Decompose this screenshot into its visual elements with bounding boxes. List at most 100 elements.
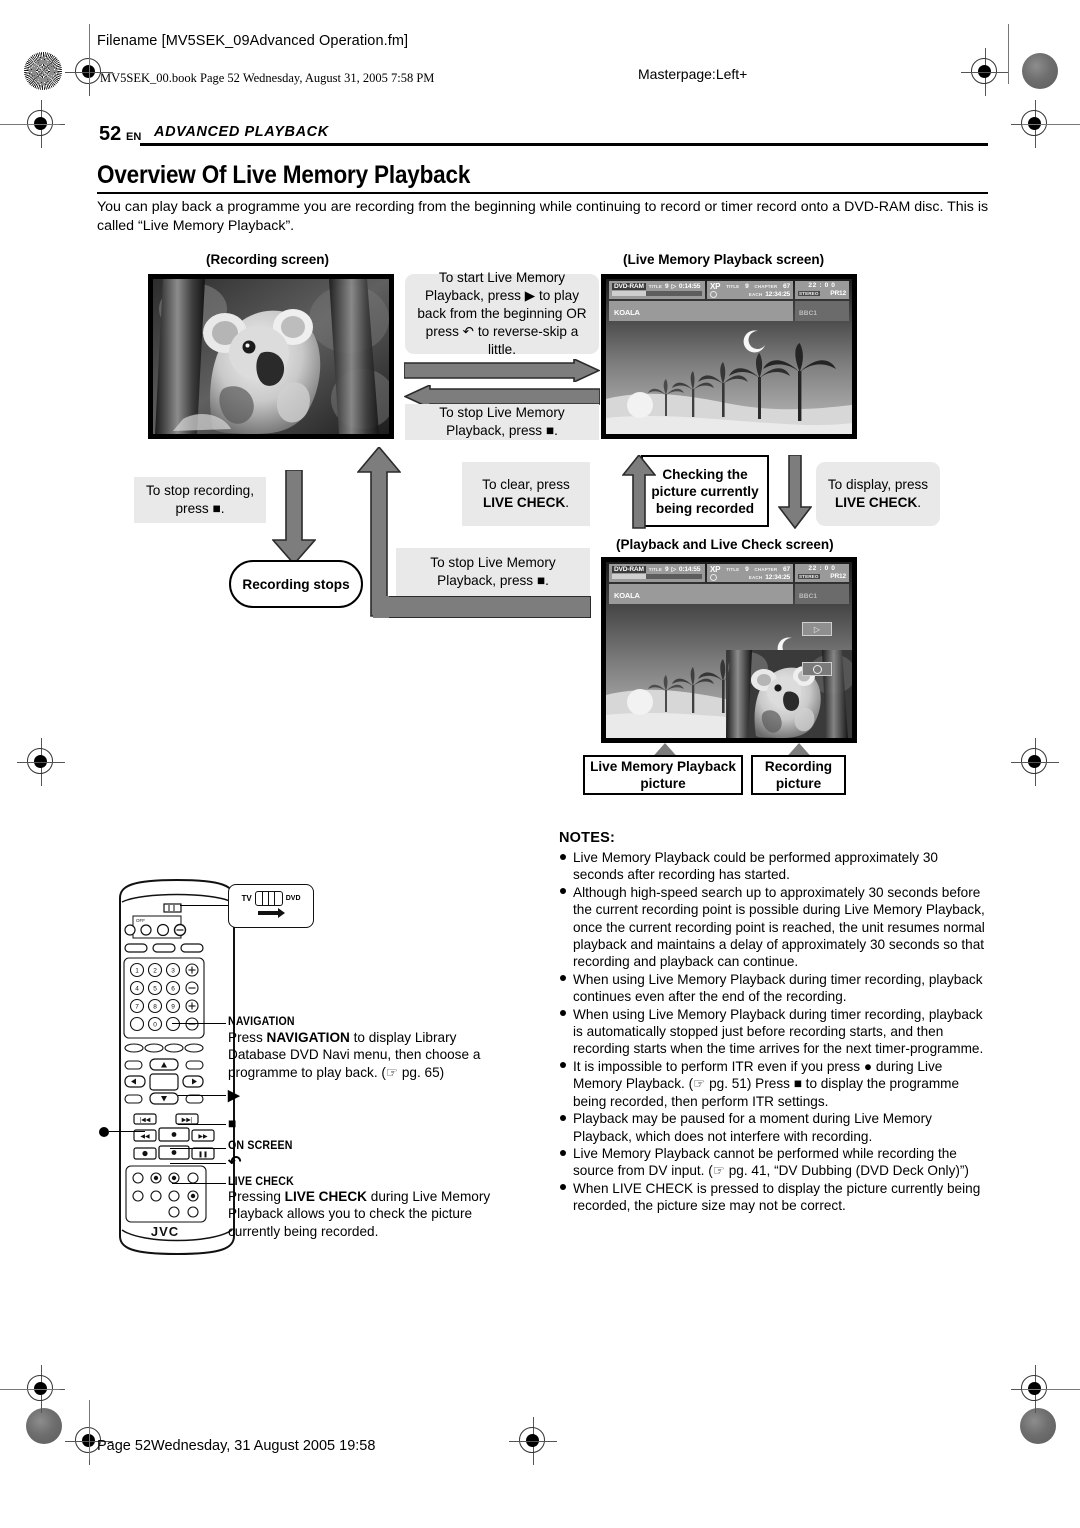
pip-recording-picture [726, 650, 852, 738]
arrow-down-to-recording-stops [272, 470, 316, 565]
section-running-head: ADVANCED PLAYBACK [154, 124, 329, 140]
crop-line-top-right-vertical [1008, 24, 1009, 84]
playback-and-live-check-screen: ▷ DVD-RAM TITLE 9 ▷ 0:14:55 XP TITLE 9 C… [601, 557, 857, 743]
svg-text:6: 6 [171, 986, 175, 993]
osd-channel: BBC1 [799, 309, 818, 317]
remote-control-illustration: OFF 1 2 3 4 5 6 7 8 9 0 |◀◀ ▶▶| ◀◀ ▶▶ ❚❚… [112, 878, 242, 1258]
recording-screen-image [148, 274, 394, 439]
record-circle-icon-2 [710, 574, 717, 581]
masterpage-label: Masterpage:Left+ [638, 66, 748, 82]
note-text: When using Live Memory Playback during t… [573, 1006, 984, 1057]
osd2-programme: PR12 [830, 573, 846, 580]
note-text: Playback may be paused for a moment duri… [573, 1111, 932, 1144]
printer-density-dot-bottomleft [26, 1408, 62, 1444]
crop-line-top-left-vertical [89, 24, 90, 84]
svg-text:JVC: JVC [151, 1224, 179, 1239]
arrow-down-from-checking [778, 455, 812, 529]
label-recording-picture: Recording picture [751, 755, 846, 795]
osd2-title-label: TITLE [648, 566, 662, 572]
osd2-channel: BBC1 [799, 592, 818, 600]
registration-mark-mid-left [17, 738, 65, 786]
osd2-clock: 22 : 0 0 [808, 565, 836, 572]
notes-list: Live Memory Playback could be performed … [559, 849, 991, 1215]
box-clear-live-check: To clear, press LIVE CHECK. [462, 462, 590, 526]
bullet-icon [560, 1062, 566, 1069]
crop-line-bottom-left-vertical [89, 1400, 90, 1460]
svg-text:1: 1 [135, 968, 139, 975]
svg-text:❚❚: ❚❚ [198, 1151, 208, 1158]
box-stop-lmp-top-text: To stop Live Memory Playback, press ■. [439, 405, 565, 438]
lead-line-record [109, 1131, 145, 1133]
live-memory-screen-caption: (Live Memory Playback screen) [623, 252, 825, 267]
crop-line-lower-left-horizontal [0, 1389, 60, 1390]
navigation-callout-text: Press NAVIGATION to display Library Data… [228, 1029, 518, 1081]
osd2-each-value: 12:34:25 [765, 574, 790, 581]
box-display-text: To display, press [827, 477, 929, 492]
reverse-skip-callout-label: ↶ [228, 1154, 242, 1171]
svg-text:2: 2 [153, 968, 157, 975]
slider-switch-icon [254, 891, 283, 906]
osd2-chapter-value: 67 [783, 566, 790, 573]
box-display-live-check: To display, press LIVE CHECK. [816, 462, 940, 526]
box-stop-recording-text: To stop recording, press ■. [145, 483, 255, 516]
label-live-memory-playback-picture: Live Memory Playback picture [583, 755, 743, 795]
box-stop-live-memory-playback-top: To stop Live Memory Playback, press ■. [405, 404, 599, 440]
lead-line-tv-dvd [180, 905, 228, 907]
on-screen-callout-title: ON SCREEN [228, 1140, 293, 1152]
osd2-rec-mode: XP [710, 565, 721, 574]
note-item: Live Memory Playback could be performed … [559, 849, 991, 884]
crop-line-lower-right-horizontal [1022, 1389, 1080, 1390]
note-item: Although high-speed search up to approxi… [559, 884, 991, 971]
svg-text:OFF: OFF [136, 918, 145, 923]
recording-screen-caption: (Recording screen) [206, 252, 330, 267]
page-title: Overview Of Live Memory Playback [97, 161, 471, 189]
printer-starburst-mark [24, 52, 62, 90]
note-text: When using Live Memory Playback during t… [573, 971, 983, 1005]
svg-text:0: 0 [153, 1022, 157, 1029]
crop-line-upper-right-horizontal [1022, 124, 1080, 125]
note-text: Live Memory Playback cannot be performed… [573, 1145, 969, 1179]
dvd-label: DVD [285, 895, 301, 902]
osd2-disc-name: KOALA [614, 590, 640, 600]
box-clear-text: To clear, press [482, 477, 570, 492]
svg-text:▶▶|: ▶▶| [182, 1118, 193, 1124]
lead-line-play [178, 1095, 226, 1097]
osd-title2-value: 9 [745, 283, 749, 290]
bullet-icon [560, 1184, 566, 1191]
osd-audio-mode: STEREO [798, 291, 820, 296]
box-checking-text: Checking the picture currently being rec… [651, 466, 759, 516]
navigation-callout-title: NAVIGATION [228, 1016, 295, 1028]
play-badge-icon: ▷ [802, 622, 832, 636]
play-icon-2: ▷ [671, 566, 676, 573]
box-stop-recording: To stop recording, press ■. [134, 477, 266, 523]
box-clear-livecheck-label: LIVE CHECK [482, 495, 566, 510]
bullet-icon [560, 888, 566, 895]
printer-density-dot-bottomright [1020, 1408, 1056, 1444]
page-number: 52 [99, 123, 122, 145]
bullet-icon [560, 1114, 566, 1121]
notes-heading: NOTES: [559, 830, 615, 846]
printer-density-dot-topright [1022, 53, 1058, 89]
box-start-text: To start Live Memory Playback, press ▶ t… [417, 270, 587, 357]
flow-elbow-connector [373, 596, 591, 618]
note-text: Live Memory Playback could be performed … [573, 850, 938, 883]
osd-title2-label: TITLE [726, 284, 740, 289]
play-button-callout-label: ▶ [228, 1087, 240, 1104]
crop-line-upper-left-horizontal [0, 124, 60, 125]
registration-mark-bottom-right [509, 1417, 557, 1465]
svg-text:4: 4 [135, 986, 139, 993]
osd-title-value: 9 [665, 282, 669, 290]
note-text: When LIVE CHECK is pressed to display th… [573, 1180, 981, 1214]
stop-button-callout-label: ■ [228, 1115, 237, 1131]
box-recording-stops: Recording stops [229, 560, 363, 608]
svg-text:5: 5 [153, 986, 157, 993]
note-item: When using Live Memory Playback during t… [559, 1006, 991, 1058]
osd-disc-name: KOALA [614, 307, 640, 317]
svg-text:9: 9 [171, 1004, 175, 1011]
registration-mark-mid-right [1011, 738, 1059, 786]
bullet-icon [560, 853, 566, 860]
svg-text:◀◀: ◀◀ [140, 1134, 150, 1140]
osd2-audio-mode: STEREO [798, 574, 820, 579]
osd2-title2-value: 9 [745, 566, 749, 573]
note-item: Live Memory Playback cannot be performed… [559, 1145, 991, 1180]
